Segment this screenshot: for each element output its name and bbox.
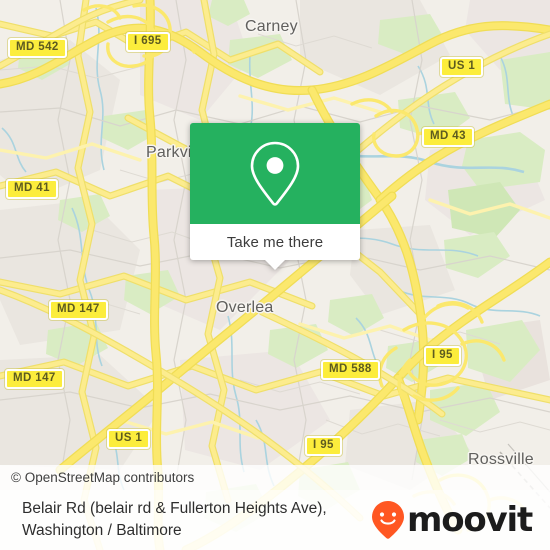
moovit-wordmark: moovit — [406, 500, 533, 540]
place-label-carney: Carney — [245, 18, 298, 35]
moovit-pin-icon — [371, 501, 404, 539]
road-shield-md-43: MD 43 — [422, 127, 474, 147]
road-shield-i-95-right: I 95 — [424, 346, 461, 366]
road-shield-us-1-top: US 1 — [440, 57, 484, 77]
place-label-overlea: Overlea — [216, 299, 274, 316]
stop-title: Belair Rd (belair rd & Fullerton Heights… — [22, 498, 327, 542]
road-shield-i-695: I 695 — [126, 32, 170, 52]
callout-green-panel — [190, 123, 360, 224]
map-pin-icon — [250, 141, 300, 206]
attribution-text[interactable]: © OpenStreetMap contributors — [11, 470, 194, 485]
road-shield-md-147-upper: MD 147 — [49, 300, 108, 320]
footer-bar: Belair Rd (belair rd & Fullerton Heights… — [0, 490, 550, 550]
stop-title-line2: Washington / Baltimore — [22, 522, 182, 539]
road-shield-md-588: MD 588 — [321, 360, 380, 380]
road-shield-us-1-bottom: US 1 — [107, 429, 151, 449]
moovit-map-screenshot: .park{fill:#d9ecc3;} .parkb{fill:#cfe7b6… — [0, 0, 550, 550]
road-shield-md-542: MD 542 — [8, 38, 67, 58]
road-shield-md-41: MD 41 — [6, 179, 58, 199]
map-attribution-bar: © OpenStreetMap contributors — [0, 465, 550, 490]
stop-title-line1: Belair Rd (belair rd & Fullerton Heights… — [22, 500, 327, 517]
road-shield-md-147-lower: MD 147 — [5, 369, 64, 389]
take-me-there-button[interactable]: Take me there — [190, 224, 360, 260]
road-shield-i-95-bottom: I 95 — [305, 436, 342, 456]
take-me-there-label: Take me there — [226, 233, 324, 251]
callout-pointer-tail — [264, 259, 286, 270]
location-callout-card[interactable]: Take me there — [190, 123, 360, 270]
moovit-logo[interactable]: moovit — [371, 500, 536, 540]
